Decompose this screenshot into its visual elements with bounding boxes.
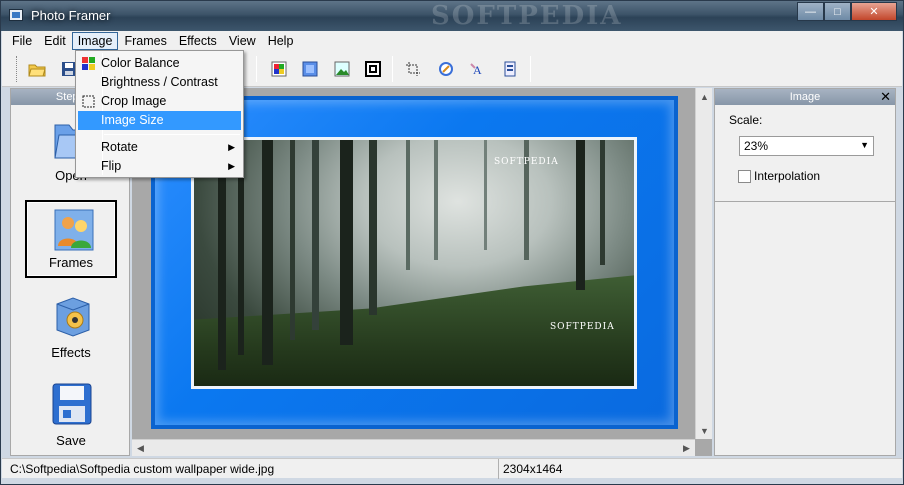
menu-item-label: Flip	[101, 159, 122, 173]
floppy-disk-icon	[52, 383, 92, 425]
scroll-down-icon[interactable]: ▼	[696, 422, 713, 439]
scroll-left-icon[interactable]: ◀	[132, 440, 149, 457]
color-balance-icon	[82, 57, 95, 70]
color-icon[interactable]	[268, 58, 290, 80]
toolbar-grip[interactable]	[16, 56, 19, 82]
menu-item-label: Image Size	[101, 113, 164, 127]
photo-image[interactable]: SOFTPEDIA SOFTPEDIA	[194, 140, 634, 386]
menu-item-label: Rotate	[101, 140, 138, 154]
toolbar-separator	[392, 56, 393, 82]
step-frames-label: Frames	[48, 255, 94, 270]
effects-box-icon	[56, 297, 90, 337]
menu-item-label: Brightness / Contrast	[101, 75, 218, 89]
menu-item-flip[interactable]: Flip ▶	[78, 157, 241, 176]
app-window: Photo Framer SOFTPEDIA — □ ✕ File Edit I…	[0, 0, 904, 485]
scale-label: Scale:	[729, 113, 763, 127]
step-frames[interactable]: Frames	[25, 200, 117, 278]
fill-icon[interactable]	[299, 58, 321, 80]
image-panel: Image ✕ Scale: 23% ▼ Interpolation	[714, 88, 896, 202]
scale-value: 23%	[744, 139, 769, 153]
menu-item-rotate[interactable]: Rotate ▶	[78, 138, 241, 157]
crop-icon[interactable]	[402, 58, 424, 80]
menu-file[interactable]: File	[6, 32, 38, 50]
scroll-right-icon[interactable]: ▶	[678, 440, 695, 457]
menu-item-label: Color Balance	[101, 56, 180, 70]
menu-item-label: Crop Image	[101, 94, 167, 108]
menu-edit[interactable]: Edit	[38, 32, 72, 50]
frame-icon[interactable]	[362, 58, 384, 80]
step-effects[interactable]: Effects	[25, 288, 117, 366]
magic-icon[interactable]	[435, 58, 457, 80]
photo-tree	[369, 140, 377, 315]
photo-tree	[312, 140, 319, 330]
step-effects-label: Effects	[51, 345, 91, 360]
maximize-icon: □	[834, 5, 841, 18]
image-menu-dropdown: Color Balance Brightness / Contrast Crop…	[75, 50, 244, 178]
interpolation-label: Interpolation	[754, 169, 821, 183]
menu-view[interactable]: View	[223, 32, 262, 50]
toolbar-separator	[530, 56, 531, 82]
step-save-label: Save	[56, 433, 86, 448]
crop-icon	[82, 95, 95, 108]
photo-watermark: SOFTPEDIA	[550, 322, 615, 332]
menu-help[interactable]: Help	[262, 32, 300, 50]
photo-tree	[406, 140, 410, 270]
status-file-path: C:\Softpedia\Softpedia custom wallpaper …	[10, 462, 275, 476]
photo-tree	[576, 140, 585, 290]
vertical-scrollbar[interactable]: ▲ ▼	[695, 88, 712, 439]
menu-bar: File Edit Image Frames Effects View Help	[2, 31, 902, 51]
status-bar: C:\Softpedia\Softpedia custom wallpaper …	[2, 458, 902, 479]
image-panel-title: Image	[789, 91, 821, 103]
submenu-arrow-icon: ▶	[228, 142, 235, 152]
chevron-down-icon: ▼	[860, 140, 869, 150]
caption-buttons: — □ ✕	[797, 2, 897, 21]
window-title: Photo Framer	[31, 8, 111, 23]
titlebar-watermark: SOFTPEDIA	[431, 1, 623, 31]
menu-image[interactable]: Image	[71, 32, 119, 50]
frames-people-icon	[54, 209, 94, 251]
menu-item-image-size[interactable]: Image Size	[78, 111, 241, 130]
menu-frames[interactable]: Frames	[118, 32, 172, 50]
submenu-arrow-icon: ▶	[228, 161, 235, 171]
image-panel-header: Image ✕	[715, 89, 895, 105]
title-bar[interactable]: Photo Framer SOFTPEDIA — □ ✕	[1, 1, 903, 31]
menu-item-color-balance[interactable]: Color Balance	[78, 54, 241, 73]
photo-tree	[340, 140, 353, 345]
toolbar-separator	[256, 56, 257, 82]
close-button[interactable]: ✕	[851, 2, 897, 21]
minimize-icon: —	[805, 5, 816, 18]
photo-watermark: SOFTPEDIA	[494, 157, 559, 167]
app-icon	[9, 9, 23, 21]
photo-tree	[484, 140, 487, 250]
photo-tree	[290, 140, 295, 340]
photo-tree	[434, 140, 438, 260]
menu-separator	[104, 134, 240, 135]
photo-tree	[262, 140, 273, 365]
panel-close-icon[interactable]: ✕	[880, 89, 891, 105]
bookmark-icon[interactable]	[499, 58, 521, 80]
maximize-button[interactable]: □	[824, 2, 851, 21]
minimize-button[interactable]: —	[797, 2, 824, 21]
image-panel-body	[714, 202, 896, 456]
photo-tree	[600, 140, 605, 265]
scale-select[interactable]: 23% ▼	[739, 136, 874, 156]
open-folder-icon[interactable]	[26, 58, 48, 80]
status-dimensions: 2304x1464	[498, 459, 562, 479]
menu-item-crop-image[interactable]: Crop Image	[78, 92, 241, 111]
close-icon: ✕	[869, 6, 879, 18]
interpolation-option[interactable]: Interpolation	[738, 169, 820, 183]
interpolation-checkbox[interactable]	[738, 169, 751, 183]
scroll-up-icon[interactable]: ▲	[696, 88, 713, 105]
horizontal-scrollbar[interactable]: ◀ ▶	[132, 439, 695, 456]
menu-item-brightness-contrast[interactable]: Brightness / Contrast	[78, 73, 241, 92]
menu-effects[interactable]: Effects	[173, 32, 223, 50]
text-icon[interactable]: A	[467, 58, 489, 80]
svg-text:A: A	[473, 63, 482, 77]
step-save[interactable]: Save	[25, 376, 117, 454]
picture-icon[interactable]	[331, 58, 353, 80]
